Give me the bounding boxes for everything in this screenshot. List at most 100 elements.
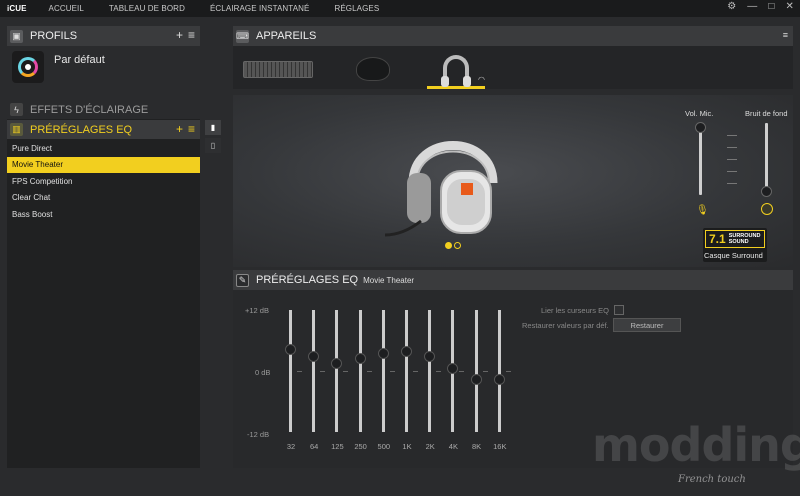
noise-knob[interactable] (761, 186, 772, 198)
eq-band-label-125: 125 (331, 442, 344, 451)
mic-volume-track[interactable] (699, 123, 702, 195)
icue-logo-icon (18, 57, 38, 77)
minimize-icon[interactable]: — (747, 1, 757, 12)
watermark-sub: French touch (678, 474, 746, 485)
eq-band-label-500: 500 (377, 442, 391, 451)
mic-volume-label: Vol. Mic. (685, 109, 714, 118)
eq-band-track-500[interactable] (381, 310, 385, 432)
lighting-effects-title: EFFETS D'ÉCLAIRAGE (30, 103, 149, 116)
profile-avatar (12, 51, 44, 83)
eq-band-label-4K: 4K (448, 442, 458, 451)
scale-tick (727, 159, 737, 160)
eq-preset-movie-theater[interactable]: Movie Theater (7, 156, 200, 173)
eq-band-knob-2K[interactable] (424, 350, 436, 362)
eq-band-zero-mark (320, 371, 326, 372)
reset-defaults-label: Restaurer valeurs par déf. (522, 321, 609, 330)
equalizer-icon: ▥ (10, 123, 23, 136)
db-bottom-label: -12 dB (247, 430, 270, 439)
app-brand: iCUE (7, 4, 27, 13)
eq-band-track-2K[interactable] (428, 310, 432, 432)
noise-toggle-icon[interactable] (761, 203, 773, 215)
reset-button[interactable]: Restaurer (613, 318, 681, 332)
watermark: modding.fr (592, 418, 800, 472)
copy-icon[interactable]: ▮ (205, 120, 221, 135)
settings-icon[interactable]: ⚙ (727, 1, 736, 12)
eq-band-track-250[interactable] (358, 310, 362, 432)
profile-name: Par défaut (54, 54, 105, 66)
nav-reglages[interactable]: RÉGLAGES (334, 4, 379, 13)
nav-tableau-de-bord[interactable]: TABLEAU DE BORD (109, 4, 185, 13)
device-headset[interactable]: ◠ (427, 49, 485, 89)
view-dot-active[interactable] (445, 242, 452, 249)
eq-band-track-32[interactable] (289, 310, 292, 432)
eq-panel-preset: Movie Theater (363, 275, 415, 285)
wireless-icon: ◠ (478, 75, 485, 84)
eq-band-label-64: 64 (310, 442, 319, 451)
scale-tick (727, 183, 737, 184)
eq-preset-bass-boost[interactable]: Bass Boost (7, 206, 200, 223)
devices-header: ⌨ APPAREILS ≡ (233, 26, 793, 46)
scale-tick (727, 147, 737, 148)
eq-band-knob-16K[interactable] (493, 373, 505, 385)
noise-label: Bruit de fond (745, 109, 788, 118)
lighting-effects-header[interactable]: ϟ EFFETS D'ÉCLAIRAGE (7, 100, 200, 119)
add-profile-button[interactable]: + (176, 29, 183, 41)
trash-icon[interactable]: ▯ (205, 138, 221, 153)
devices-panel: ⌨ APPAREILS ≡ ◠ (233, 26, 793, 89)
profile-item[interactable]: Par défaut (7, 46, 200, 106)
eq-band-knob-64[interactable] (308, 350, 320, 362)
eq-presets-header: ▥ PRÉRÉGLAGES EQ + ≡ (7, 120, 200, 139)
link-sliders-label: Lier les curseurs EQ (541, 306, 609, 315)
window-controls: ⚙ — □ ✕ (727, 1, 794, 12)
scale-tick (727, 135, 737, 136)
close-icon[interactable]: ✕ (786, 1, 794, 12)
eq-band-knob-500[interactable] (377, 348, 389, 360)
view-dot[interactable] (454, 242, 461, 249)
eq-band-zero-mark (389, 371, 395, 372)
eq-band-track-8K[interactable] (474, 310, 478, 432)
devices-actions: ≡ (783, 29, 788, 41)
eq-band-label-1K: 1K (402, 442, 412, 451)
eq-band-knob-8K[interactable] (470, 373, 482, 385)
eq-band-knob-4K[interactable] (447, 363, 459, 375)
profiles-menu-icon[interactable]: ≡ (188, 29, 195, 41)
eq-band-track-1K[interactable] (405, 310, 408, 432)
presets-menu-icon[interactable]: ≡ (188, 123, 195, 135)
device-keyboard[interactable] (241, 49, 315, 89)
eq-preset-fps-competition[interactable]: FPS Competition (7, 173, 200, 190)
nav-eclairage-instantane[interactable]: ÉCLAIRAGE INSTANTANÉ (210, 4, 310, 13)
eq-panel-title: PRÉRÉGLAGES EQ (256, 274, 359, 286)
add-preset-button[interactable]: + (176, 123, 183, 135)
nav-accueil[interactable]: ACCUEIL (49, 4, 84, 13)
devices-menu-icon[interactable]: ≡ (783, 29, 788, 41)
surround-number: 7.1 (709, 232, 726, 246)
eq-preset-pure-direct[interactable]: Pure Direct (7, 140, 200, 157)
eq-preset-list: Pure Direct Movie Theater FPS Competitio… (7, 140, 200, 223)
noise-track[interactable] (765, 123, 768, 195)
eq-band-zero-mark (436, 371, 442, 372)
eq-band-label-32: 32 (286, 442, 296, 451)
device-mouse[interactable] (343, 49, 403, 89)
eq-preset-clear-chat[interactable]: Clear Chat (7, 190, 200, 207)
eq-band-zero-mark (343, 371, 349, 372)
eq-band-zero-mark (297, 371, 302, 372)
maximize-icon[interactable]: □ (768, 1, 774, 12)
mic-volume-knob[interactable] (695, 121, 706, 133)
headset-image (384, 141, 498, 237)
eq-band-knob-250[interactable] (354, 353, 366, 365)
surround-badge[interactable]: 7.1 SURROUND SOUND Casque Surround (703, 228, 767, 262)
eq-band-label-16K: 16K (493, 442, 507, 451)
edit-icon[interactable]: ✎ (236, 273, 249, 287)
eq-band-knob-125[interactable] (331, 358, 343, 370)
eq-band-knob-32[interactable] (285, 344, 296, 356)
device-view: Vol. Mic. Bruit de fond 🎙 7.1 SURROUND SO… (233, 95, 793, 267)
db-mid-label: 0 dB (255, 368, 271, 377)
eq-band-zero-mark (459, 371, 465, 372)
eq-band-track-16K[interactable] (497, 310, 501, 432)
eq-band-knob-1K[interactable] (401, 345, 412, 357)
link-sliders-checkbox[interactable] (614, 305, 624, 315)
eq-band-label-250: 250 (354, 442, 367, 451)
eq-band-track-64[interactable] (312, 310, 316, 432)
eq-band-label-8K: 8K (472, 442, 482, 451)
eq-band-track-125[interactable] (335, 310, 339, 432)
